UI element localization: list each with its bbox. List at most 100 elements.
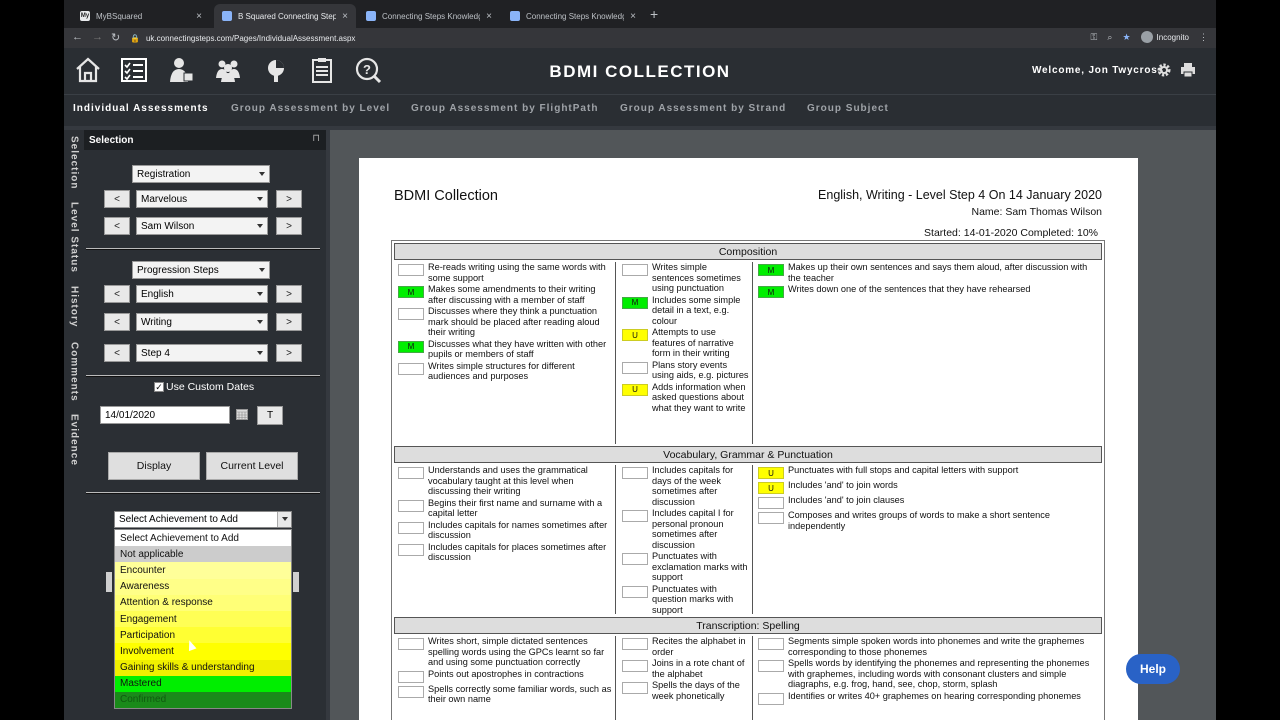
subnav-group-by-strand[interactable]: Group Assessment by Strand bbox=[620, 103, 786, 114]
display-button[interactable]: Display bbox=[108, 452, 200, 480]
achievement-badge[interactable] bbox=[398, 308, 424, 320]
achievement-option[interactable]: Participation bbox=[115, 627, 291, 644]
statement-row[interactable]: Re-reads writing using the same words wi… bbox=[394, 262, 614, 283]
achievement-badge[interactable] bbox=[398, 543, 424, 556]
statement-row[interactable]: M Makes some amendments to their writing … bbox=[394, 284, 614, 305]
subnav-group-by-level[interactable]: Group Assessment by Level bbox=[231, 103, 390, 114]
prev-subject-button[interactable]: < bbox=[104, 285, 130, 303]
achievement-badge[interactable] bbox=[398, 362, 424, 375]
achievement-badge[interactable] bbox=[622, 682, 648, 694]
statement-row[interactable]: Points out apostrophes in contractions bbox=[394, 669, 614, 683]
achievement-badge[interactable]: U bbox=[622, 383, 648, 396]
subnav-group-by-flightpath[interactable]: Group Assessment by FlightPath bbox=[411, 103, 598, 114]
statement-row[interactable]: Joins in a rote chant of the alphabet bbox=[618, 658, 750, 679]
next-strand-button[interactable]: > bbox=[276, 313, 302, 331]
statement-row[interactable]: U Attempts to use features of narrative f… bbox=[618, 327, 750, 359]
registration-select[interactable]: Registration bbox=[132, 165, 270, 183]
close-tab-icon[interactable]: × bbox=[196, 11, 202, 22]
calendar-icon[interactable] bbox=[236, 408, 248, 420]
vtab-selection[interactable]: Selection bbox=[66, 136, 82, 196]
statement-row[interactable]: Includes capitals for places sometimes a… bbox=[394, 542, 614, 563]
achievement-badge[interactable] bbox=[758, 497, 784, 509]
achievement-badge[interactable] bbox=[622, 638, 648, 650]
custom-dates-checkbox[interactable]: ✓ bbox=[154, 382, 164, 392]
achievement-option[interactable]: Involvement bbox=[115, 643, 291, 660]
achievement-badge[interactable] bbox=[398, 638, 424, 650]
statement-row[interactable]: M Includes some simple detail in a text, … bbox=[618, 295, 750, 327]
browser-tab[interactable]: Connecting Steps Knowledge B... × bbox=[502, 4, 644, 28]
prev-pupil-button[interactable]: < bbox=[104, 217, 130, 235]
url-field[interactable]: 🔒 uk.connectingsteps.com/Pages/Individua… bbox=[130, 30, 1130, 46]
statement-row[interactable]: U Adds information when asked questions a… bbox=[618, 382, 750, 414]
achievement-badge[interactable] bbox=[622, 553, 648, 565]
statement-row[interactable]: Spells the days of the week phonetically bbox=[618, 680, 750, 701]
zoom-icon[interactable]: ⌕ bbox=[1107, 32, 1112, 43]
reload-icon[interactable]: ↻ bbox=[111, 31, 120, 44]
vtab-evidence[interactable]: Evidence bbox=[66, 414, 82, 472]
achievement-option[interactable]: Gaining skills & understanding bbox=[115, 659, 291, 676]
statement-row[interactable]: Includes capitals for names sometimes af… bbox=[394, 520, 614, 541]
browser-menu-icon[interactable]: ⋮ bbox=[1199, 32, 1208, 43]
pupil-select[interactable]: Sam Wilson bbox=[136, 217, 268, 235]
prev-step-button[interactable]: < bbox=[104, 344, 130, 362]
pin-icon[interactable]: ⊓ bbox=[312, 133, 320, 144]
help-button[interactable]: Help bbox=[1126, 654, 1180, 684]
next-pupil-button[interactable]: > bbox=[276, 217, 302, 235]
subnav-group-subject[interactable]: Group Subject bbox=[807, 103, 889, 114]
achievement-option[interactable]: Select Achievement to Add bbox=[115, 530, 291, 547]
statement-row[interactable]: U Includes 'and' to join words bbox=[754, 480, 1098, 494]
achievement-badge[interactable] bbox=[622, 660, 648, 672]
statement-row[interactable]: Discusses where they think a punctuation… bbox=[394, 306, 614, 338]
statement-row[interactable]: Includes 'and' to join clauses bbox=[754, 495, 1098, 509]
next-group-button[interactable]: > bbox=[276, 190, 302, 208]
achievement-badge[interactable]: M bbox=[398, 286, 424, 298]
new-tab-icon[interactable]: + bbox=[650, 6, 658, 22]
achievement-badge[interactable] bbox=[398, 467, 424, 479]
statement-row[interactable]: Begins their first name and surname with… bbox=[394, 498, 614, 519]
subnav-individual-assessments[interactable]: Individual Assessments bbox=[73, 103, 209, 114]
current-level-button[interactable]: Current Level bbox=[206, 452, 298, 480]
close-tab-icon[interactable]: × bbox=[630, 11, 636, 22]
close-tab-icon[interactable]: × bbox=[486, 11, 492, 22]
bookmark-star-icon[interactable]: ★ bbox=[1122, 32, 1130, 43]
achievement-badge[interactable]: U bbox=[758, 467, 784, 479]
statement-row[interactable]: Segments simple spoken words into phonem… bbox=[754, 636, 1098, 657]
achievement-badge[interactable] bbox=[622, 510, 648, 522]
prev-strand-button[interactable]: < bbox=[104, 313, 130, 331]
achievement-badge[interactable] bbox=[758, 512, 784, 524]
statement-row[interactable]: Writes simple structures for different a… bbox=[394, 361, 614, 382]
achievement-option[interactable]: Engagement bbox=[115, 610, 291, 628]
back-icon[interactable]: ← bbox=[72, 31, 83, 43]
achievement-option[interactable]: Confirmed bbox=[115, 691, 291, 708]
statement-row[interactable]: M Writes down one of the sentences that t… bbox=[754, 284, 1098, 298]
statement-row[interactable]: Understands and uses the grammatical voc… bbox=[394, 465, 614, 497]
next-step-button[interactable]: > bbox=[276, 344, 302, 362]
statement-row[interactable]: Identifies or writes 40+ graphemes on he… bbox=[754, 691, 1098, 705]
achievement-option[interactable]: Not applicable bbox=[115, 546, 291, 563]
statement-row[interactable]: Recites the alphabet in order bbox=[618, 636, 750, 657]
achievement-badge[interactable] bbox=[398, 521, 424, 534]
browser-tab[interactable]: My MyBSquared × bbox=[72, 4, 210, 28]
achievement-option[interactable]: Mastered bbox=[115, 675, 291, 692]
statement-row[interactable]: Spells words by identifying the phonemes… bbox=[754, 658, 1098, 690]
statement-row[interactable]: Writes simple sentences sometimes using … bbox=[618, 262, 750, 294]
statement-row[interactable]: Writes short, simple dictated sentences … bbox=[394, 636, 614, 668]
achievement-badge[interactable] bbox=[398, 670, 424, 683]
achievement-badge[interactable] bbox=[622, 264, 648, 276]
custom-dates-toggle[interactable]: ✓ Use Custom Dates bbox=[154, 381, 254, 393]
achievement-badge[interactable]: M bbox=[758, 286, 784, 298]
prev-group-button[interactable]: < bbox=[104, 190, 130, 208]
statement-row[interactable]: Includes capital I for personal pronoun … bbox=[618, 508, 750, 550]
statement-row[interactable]: Plans story events using aids, e.g. pict… bbox=[618, 360, 750, 381]
achievement-option[interactable]: Attention & response bbox=[115, 594, 291, 611]
strand-select[interactable]: Writing bbox=[136, 313, 268, 331]
subject-select[interactable]: English bbox=[136, 285, 268, 303]
framework-select[interactable]: Progression Steps bbox=[132, 261, 270, 279]
group-select[interactable]: Marvelous bbox=[136, 190, 268, 208]
achievement-badge[interactable]: M bbox=[622, 296, 648, 309]
statement-row[interactable]: Composes and writes groups of words to m… bbox=[754, 510, 1098, 531]
achievement-badge[interactable]: M bbox=[398, 340, 424, 353]
achievement-badge[interactable]: U bbox=[622, 329, 648, 341]
achievement-badge[interactable]: U bbox=[758, 482, 784, 494]
statement-row[interactable]: M Makes up their own sentences and says t… bbox=[754, 262, 1098, 283]
